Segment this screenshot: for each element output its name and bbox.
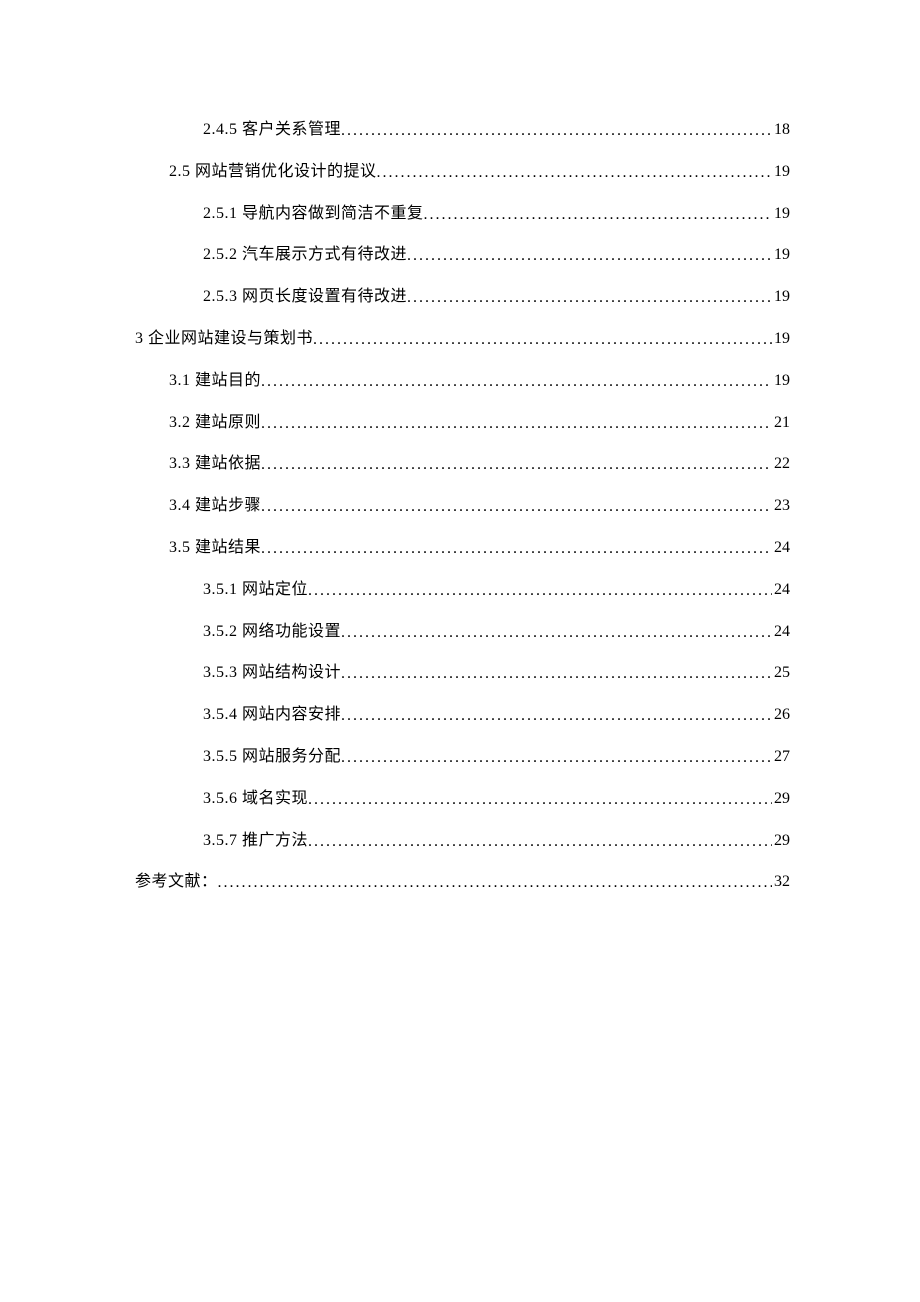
toc-entry: 2.5.3 网页长度设置有待改进 19: [135, 287, 790, 308]
toc-entry-page: 27: [772, 747, 790, 768]
toc-entry: 3 企业网站建设与策划书 19: [135, 329, 790, 350]
toc-dot-leader: [218, 873, 772, 894]
toc-entry-label: 3.5.3 网站结构设计: [203, 663, 341, 684]
toc-entry-label: 2.5.1 导航内容做到简洁不重复: [203, 204, 424, 225]
toc-dot-leader: [341, 664, 772, 685]
toc-entry-page: 19: [772, 287, 790, 308]
toc-entry: 参考文献： 32: [135, 872, 790, 893]
toc-dot-leader: [261, 455, 772, 476]
toc-entry-page: 29: [772, 789, 790, 810]
toc-entry-page: 19: [772, 245, 790, 266]
toc-dot-leader: [308, 832, 772, 853]
toc-entry-label: 3.5.1 网站定位: [203, 580, 308, 601]
toc-entry-page: 25: [772, 663, 790, 684]
toc-entry: 2.5 网站营销优化设计的提议 19: [135, 162, 790, 183]
toc-entry: 2.5.1 导航内容做到简洁不重复 19: [135, 204, 790, 225]
toc-entry: 2.4.5 客户关系管理 18: [135, 120, 790, 141]
toc-entry-page: 24: [772, 538, 790, 559]
toc-entry-label: 2.5 网站营销优化设计的提议: [169, 162, 377, 183]
toc-entry: 3.5.3 网站结构设计 25: [135, 663, 790, 684]
toc-dot-leader: [261, 539, 772, 560]
toc-entry-page: 19: [772, 371, 790, 392]
table-of-contents: 2.4.5 客户关系管理 18 2.5 网站营销优化设计的提议 19 2.5.1…: [135, 120, 790, 893]
toc-entry: 3.3 建站依据 22: [135, 454, 790, 475]
toc-entry: 3.5 建站结果 24: [135, 538, 790, 559]
toc-entry: 3.5.5 网站服务分配 27: [135, 747, 790, 768]
toc-dot-leader: [308, 790, 772, 811]
toc-entry-label: 2.5.2 汽车展示方式有待改进: [203, 245, 407, 266]
toc-dot-leader: [308, 581, 772, 602]
toc-dot-leader: [261, 414, 772, 435]
toc-entry-page: 19: [772, 204, 790, 225]
toc-entry-page: 19: [772, 162, 790, 183]
toc-entry-label: 3.5.2 网络功能设置: [203, 622, 341, 643]
toc-entry-label: 3.3 建站依据: [169, 454, 261, 475]
toc-entry-page: 26: [772, 705, 790, 726]
toc-entry-label: 3.2 建站原则: [169, 413, 261, 434]
toc-entry-label: 3 企业网站建设与策划书: [135, 329, 313, 350]
toc-entry: 3.5.6 域名实现 29: [135, 789, 790, 810]
toc-dot-leader: [313, 330, 772, 351]
toc-entry-label: 3.5.4 网站内容安排: [203, 705, 341, 726]
toc-entry: 3.1 建站目的 19: [135, 371, 790, 392]
toc-dot-leader: [407, 288, 772, 309]
toc-dot-leader: [377, 163, 772, 184]
toc-entry-page: 19: [772, 329, 790, 350]
toc-entry-label: 3.5.6 域名实现: [203, 789, 308, 810]
toc-entry: 3.5.2 网络功能设置 24: [135, 622, 790, 643]
toc-dot-leader: [424, 205, 772, 226]
toc-entry: 3.5.1 网站定位 24: [135, 580, 790, 601]
toc-dot-leader: [341, 623, 772, 644]
toc-entry-label: 2.5.3 网页长度设置有待改进: [203, 287, 407, 308]
toc-entry-page: 18: [772, 120, 790, 141]
toc-entry: 2.5.2 汽车展示方式有待改进 19: [135, 245, 790, 266]
toc-dot-leader: [261, 372, 772, 393]
toc-entry-page: 22: [772, 454, 790, 475]
toc-entry-label: 2.4.5 客户关系管理: [203, 120, 341, 141]
toc-entry: 3.5.4 网站内容安排 26: [135, 705, 790, 726]
toc-entry-label: 3.4 建站步骤: [169, 496, 261, 517]
toc-entry-page: 32: [772, 872, 790, 893]
toc-entry-page: 29: [772, 831, 790, 852]
toc-entry-label: 参考文献：: [135, 872, 218, 893]
toc-entry-page: 21: [772, 413, 790, 434]
toc-entry: 3.2 建站原则 21: [135, 413, 790, 434]
toc-entry-label: 3.5.5 网站服务分配: [203, 747, 341, 768]
toc-dot-leader: [261, 497, 772, 518]
toc-entry-page: 23: [772, 496, 790, 517]
toc-dot-leader: [341, 706, 772, 727]
toc-entry-label: 3.5 建站结果: [169, 538, 261, 559]
toc-entry-page: 24: [772, 580, 790, 601]
toc-dot-leader: [341, 748, 772, 769]
toc-entry-label: 3.1 建站目的: [169, 371, 261, 392]
toc-entry: 3.4 建站步骤 23: [135, 496, 790, 517]
toc-entry-label: 3.5.7 推广方法: [203, 831, 308, 852]
toc-dot-leader: [407, 246, 772, 267]
toc-entry-page: 24: [772, 622, 790, 643]
toc-entry: 3.5.7 推广方法 29: [135, 831, 790, 852]
toc-dot-leader: [341, 121, 772, 142]
